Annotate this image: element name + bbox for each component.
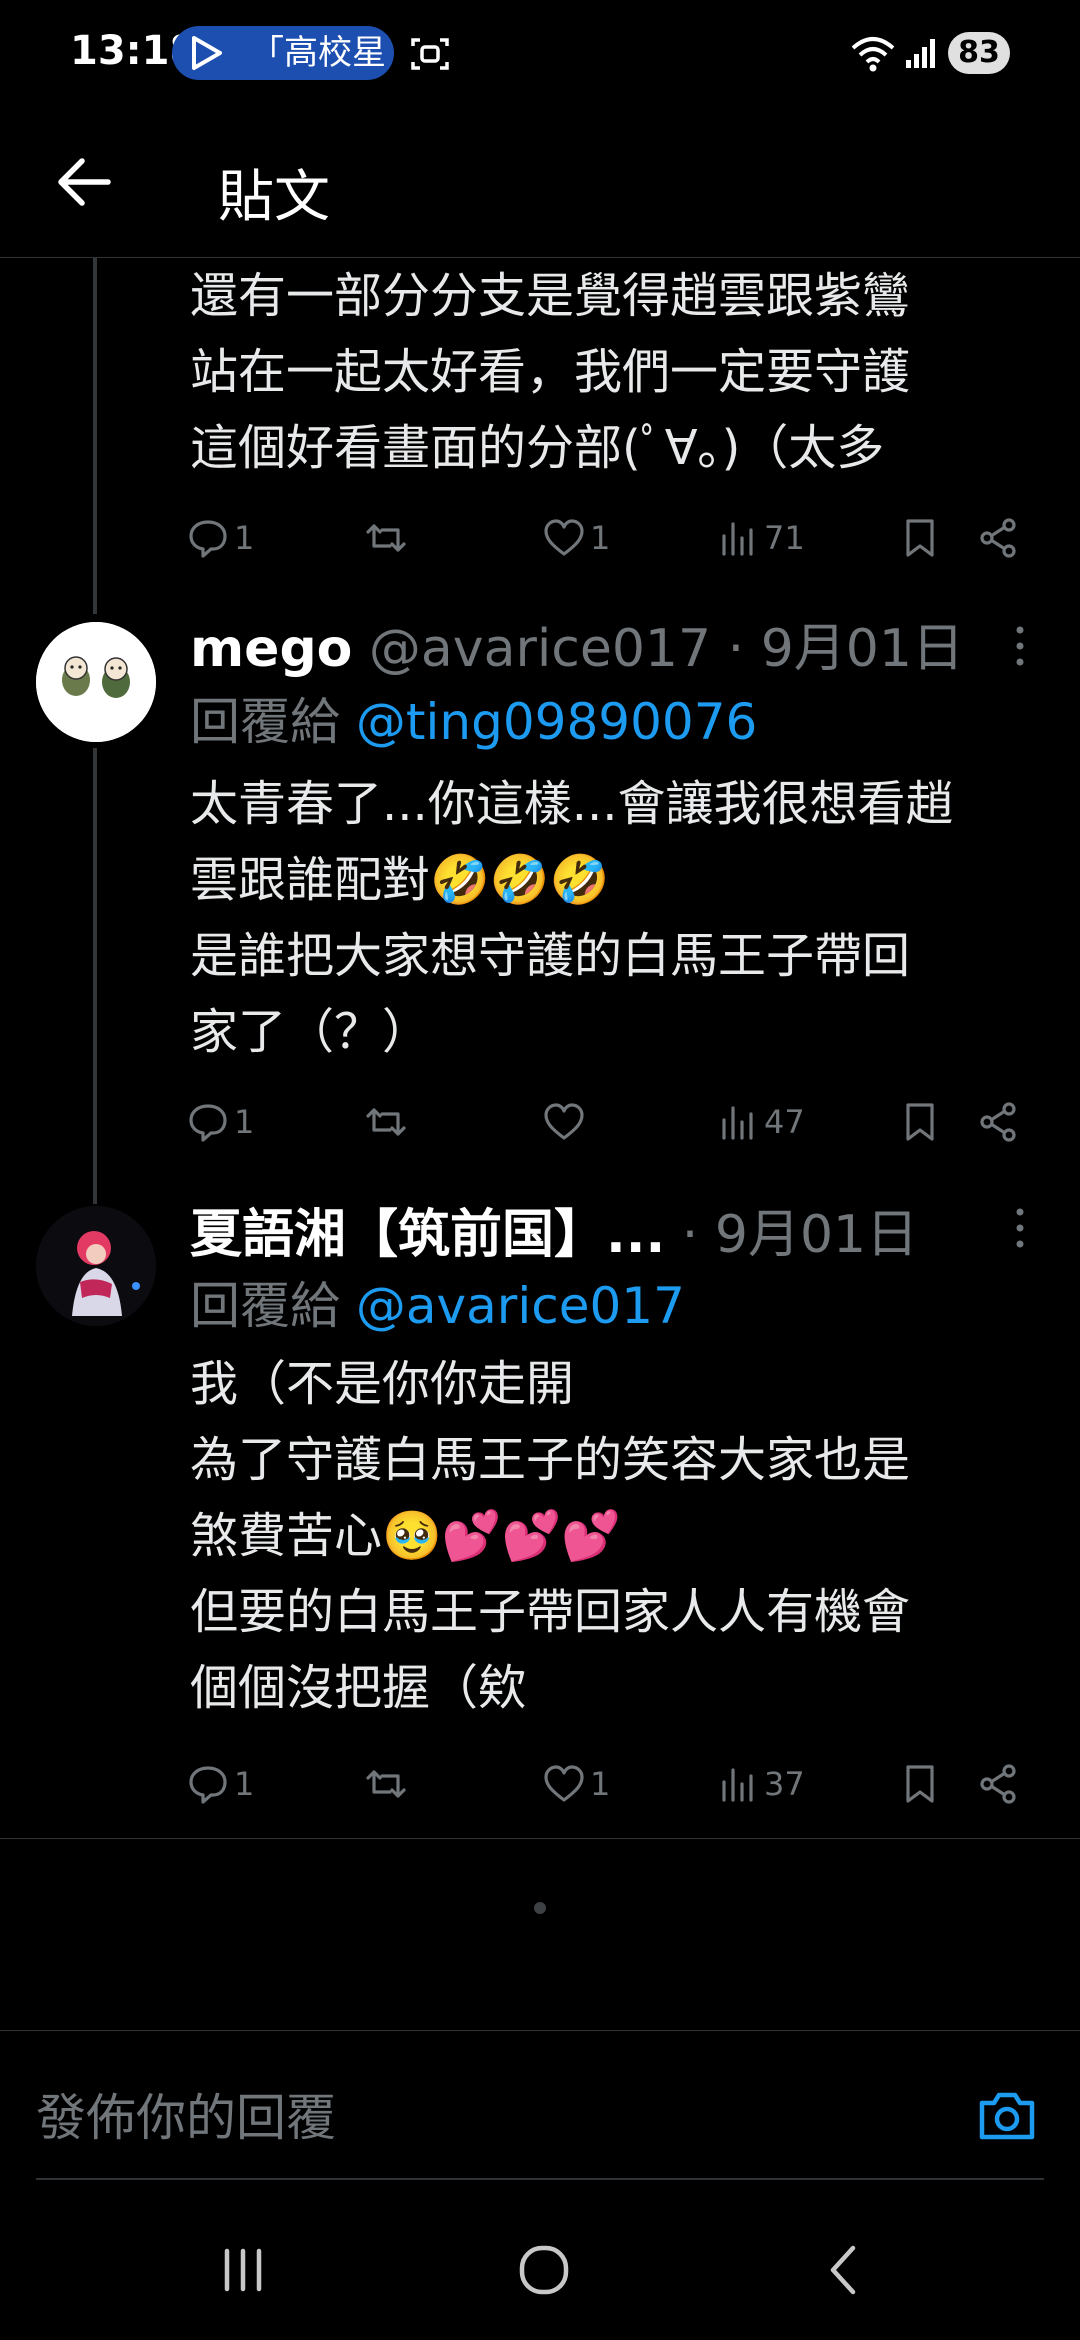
notification-pill[interactable]: 「高校星	[172, 26, 394, 80]
like-button[interactable]: 1	[542, 1754, 610, 1814]
reply-count: 1	[234, 519, 255, 557]
repost-button[interactable]	[364, 1092, 412, 1152]
composer-underline	[36, 2178, 1044, 2180]
like-button[interactable]: 1	[542, 508, 610, 568]
recent-apps-icon	[224, 2248, 262, 2292]
views-count: 37	[764, 1765, 805, 1803]
recent-apps-button[interactable]	[198, 2230, 288, 2310]
system-nav-bar	[0, 2200, 1080, 2340]
repost-icon	[366, 524, 406, 552]
notification-pill-text: 「高校星	[250, 33, 386, 73]
reply-button[interactable]: 1	[186, 1092, 254, 1152]
views-button[interactable]: 71	[716, 508, 805, 568]
reply-count: 1	[234, 1765, 255, 1803]
post-text: 我（不是你你走開 為了守護白馬王子的笑容大家也是 煞費苦心🥹💕💕💕 但要的白馬王…	[190, 1356, 911, 1716]
bookmark-icon	[906, 1765, 934, 1803]
avatar-image	[36, 622, 156, 742]
screenshot-icon	[411, 38, 449, 70]
repost-icon	[366, 1108, 406, 1136]
reply-to-prefix: 回覆給	[190, 1277, 356, 1335]
reply-composer	[0, 2030, 1080, 2180]
post-header: mego @avarice017 · 9月01日	[190, 606, 964, 679]
reply-to-line: 回覆給 @avarice017	[190, 1266, 685, 1338]
views-count: 71	[764, 519, 805, 557]
play-store-icon	[192, 36, 222, 70]
reply-icon	[189, 520, 227, 558]
thread-end-divider	[0, 1838, 1080, 1839]
share-icon	[980, 1102, 1016, 1142]
share-button[interactable]	[976, 1092, 1020, 1152]
reply-to-handle-link[interactable]: @ting09890076	[356, 693, 757, 751]
more-options-icon[interactable]	[1006, 618, 1034, 674]
reply-to-line: 回覆給 @ting09890076	[190, 682, 757, 754]
views-icon	[722, 522, 753, 556]
app-header: 貼文	[0, 110, 1080, 258]
post-header: 夏語湘【筑前国】... · 9月01日	[190, 1192, 919, 1265]
avatar-image	[36, 1206, 156, 1326]
repost-button[interactable]	[364, 508, 412, 568]
avatar[interactable]	[36, 1206, 156, 1326]
bookmark-button[interactable]	[898, 1092, 942, 1152]
reply-to-prefix: 回覆給	[190, 693, 356, 751]
reply-button[interactable]: 1	[186, 1754, 254, 1814]
reply-icon	[189, 1766, 227, 1804]
reply-to-handle-link[interactable]: @avarice017	[356, 1277, 685, 1335]
bookmark-button[interactable]	[898, 1754, 942, 1814]
camera-icon[interactable]	[974, 2083, 1040, 2149]
home-icon	[519, 2245, 569, 2295]
like-count: 1	[590, 1765, 611, 1803]
bookmark-icon	[906, 1103, 934, 1141]
back-button[interactable]	[800, 2230, 890, 2310]
nav-back-icon	[830, 2245, 856, 2295]
more-options-icon[interactable]	[1006, 1200, 1034, 1256]
repost-button[interactable]	[364, 1754, 412, 1814]
bookmark-icon	[906, 519, 934, 557]
post-actions: 1 1 71	[186, 508, 1046, 568]
battery-indicator: 83	[948, 32, 1010, 74]
views-icon	[722, 1106, 753, 1140]
share-button[interactable]	[976, 1754, 1020, 1814]
repost-icon	[366, 1770, 406, 1798]
heart-icon	[544, 519, 584, 556]
reply-input[interactable]	[36, 2085, 936, 2151]
home-button[interactable]	[499, 2230, 589, 2310]
handle-and-time: @avarice017 · 9月01日	[352, 619, 964, 679]
loading-indicator	[534, 1902, 546, 1914]
status-bar: 13:18 「高校星 83	[0, 0, 1080, 110]
like-button[interactable]	[542, 1092, 590, 1152]
post-actions: 1 47	[186, 1092, 1046, 1152]
display-name[interactable]: mego	[190, 619, 352, 679]
share-icon	[980, 518, 1016, 558]
share-button[interactable]	[976, 508, 1020, 568]
back-arrow-icon[interactable]	[48, 146, 120, 218]
reply-count: 1	[234, 1103, 255, 1141]
thread-connector	[93, 748, 97, 1204]
bookmark-button[interactable]	[898, 508, 942, 568]
heart-icon	[544, 1103, 584, 1140]
post-actions: 1 1 37	[186, 1754, 1046, 1814]
reply-icon	[189, 1104, 227, 1142]
views-icon	[722, 1768, 753, 1802]
post-text: 還有一部分分支是覺得趙雲跟紫鸞 站在一起太好看，我們一定要守護 這個好看畫面的分…	[190, 268, 911, 476]
page-title: 貼文	[218, 165, 330, 230]
like-count: 1	[590, 519, 611, 557]
reply-button[interactable]: 1	[186, 508, 254, 568]
views-button[interactable]: 47	[716, 1092, 805, 1152]
views-button[interactable]: 37	[716, 1754, 805, 1814]
thread-connector	[93, 258, 97, 614]
avatar[interactable]	[36, 622, 156, 742]
handle-and-time: · 9月01日	[665, 1205, 919, 1265]
share-icon	[980, 1764, 1016, 1804]
post-text: 太青春了...你這樣...會讓我很想看趙 雲跟誰配對🤣🤣🤣 是誰把大家想守護的白…	[190, 776, 954, 1060]
views-count: 47	[764, 1103, 805, 1141]
signal-icon	[906, 39, 935, 68]
heart-icon	[544, 1765, 584, 1802]
display-name[interactable]: 夏語湘【筑前国】...	[190, 1205, 665, 1265]
wifi-icon	[851, 37, 895, 72]
